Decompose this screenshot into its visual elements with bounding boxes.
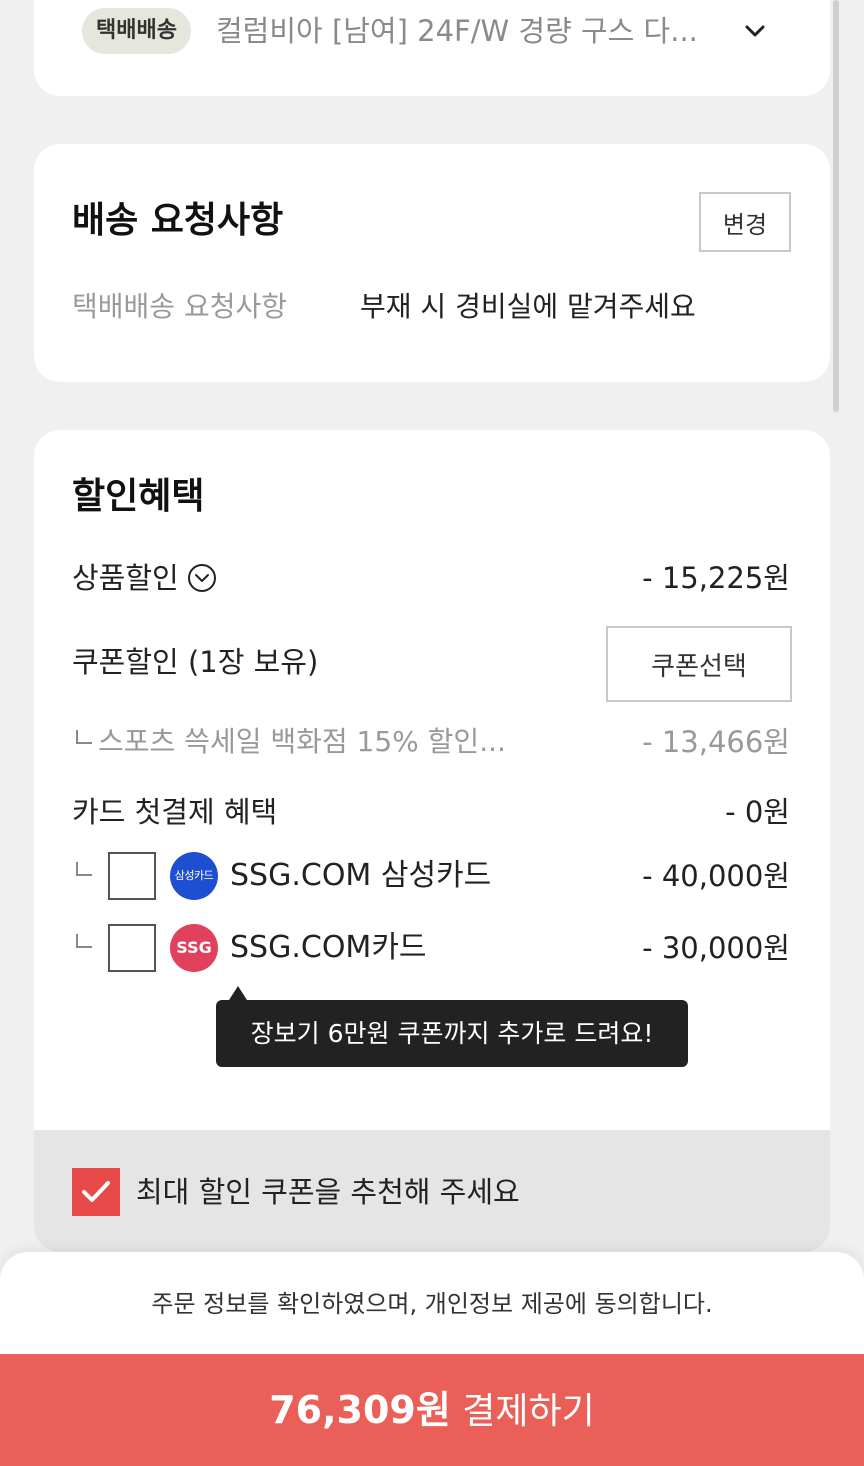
coupon-item-amount: - 13,466원 xyxy=(642,725,790,759)
chevron-down-icon[interactable] xyxy=(738,14,772,48)
samsung-card-name: SSG.COM 삼성카드 xyxy=(230,858,492,893)
delivery-request-title: 배송 요청사항 xyxy=(72,200,284,241)
discount-title: 할인혜택 xyxy=(72,476,205,517)
circle-chevron-down-icon[interactable] xyxy=(187,563,217,593)
tree-branch-icon xyxy=(76,862,92,876)
coupon-discount-label: 쿠폰할인 (1장 보유) xyxy=(72,645,319,679)
recommend-coupon-label: 최대 할인 쿠폰을 추천해 주세요 xyxy=(136,1175,520,1209)
delivery-request-value: 부재 시 경비실에 맡겨주세요 xyxy=(360,290,696,323)
discount-card: 할인혜택 상품할인 - 15,225원 쿠폰할인 (1장 보유) 쿠폰선택 스포… xyxy=(34,430,830,1252)
tree-branch-icon xyxy=(76,730,92,744)
promo-tooltip: 장보기 6만원 쿠폰까지 추가로 드려요! xyxy=(216,1000,688,1067)
delivery-type-badge: 택배배송 xyxy=(82,8,191,54)
card-first-payment-label: 카드 첫결제 혜택 xyxy=(72,795,278,829)
scrollbar[interactable] xyxy=(833,0,839,412)
change-button[interactable]: 변경 xyxy=(699,192,791,252)
product-name: 컬럼비아 [남여] 24F/W 경량 구스 다... xyxy=(216,14,698,48)
pay-button[interactable]: 76,309원 결제하기 xyxy=(0,1354,864,1466)
tree-branch-icon xyxy=(76,934,92,948)
coupon-select-button[interactable]: 쿠폰선택 xyxy=(606,626,792,702)
ssg-card-logo: SSG xyxy=(170,924,218,972)
pay-label: 결제하기 xyxy=(462,1391,595,1432)
samsung-card-amount: - 40,000원 xyxy=(642,859,790,893)
delivery-request-label: 택배배송 요청사항 xyxy=(72,290,287,323)
ssg-card-name: SSG.COM카드 xyxy=(230,930,427,965)
consent-text: 주문 정보를 확인하였으며, 개인정보 제공에 동의합니다. xyxy=(151,1290,713,1318)
ssg-card-checkbox[interactable] xyxy=(108,924,156,972)
product-card: 택배배송 컬럼비아 [남여] 24F/W 경량 구스 다... xyxy=(34,0,830,96)
recommend-coupon-row[interactable]: 최대 할인 쿠폰을 추천해 주세요 xyxy=(34,1130,830,1252)
payment-sheet: 주문 정보를 확인하였으며, 개인정보 제공에 동의합니다. 76,309원 결… xyxy=(0,1252,864,1466)
recommend-coupon-checkbox[interactable] xyxy=(72,1168,120,1216)
pay-amount: 76,309원 xyxy=(269,1388,451,1432)
delivery-request-card: 배송 요청사항 변경 택배배송 요청사항 부재 시 경비실에 맡겨주세요 xyxy=(34,144,830,382)
tooltip-arrow xyxy=(229,986,247,1000)
samsung-card-checkbox[interactable] xyxy=(108,852,156,900)
coupon-item-label: 스포츠 쓱세일 백화점 15% 할인... xyxy=(98,725,506,758)
card-first-payment-amount: - 0원 xyxy=(725,795,790,829)
ssg-card-amount: - 30,000원 xyxy=(642,931,790,965)
product-discount-amount: - 15,225원 xyxy=(642,561,790,595)
product-discount-label: 상품할인 xyxy=(72,561,179,595)
checkmark-icon xyxy=(82,1181,110,1202)
product-discount-row[interactable]: 상품할인 xyxy=(72,558,217,598)
samsung-card-logo: 삼성카드 xyxy=(170,852,218,900)
